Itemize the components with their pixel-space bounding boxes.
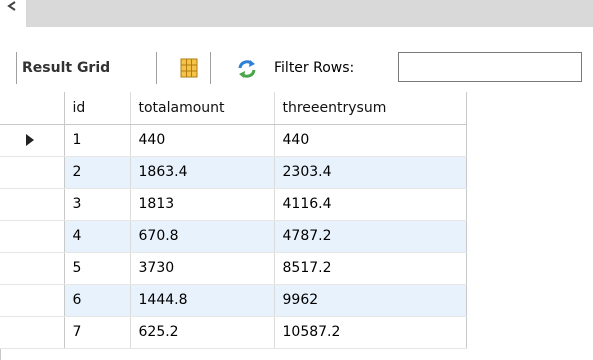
table-row[interactable]: 1 440 440 — [0, 124, 467, 157]
result-toolbar: Result Grid Filter Rows: — [0, 48, 593, 90]
cell-totalamount[interactable]: 670.8 — [130, 220, 275, 253]
cell-threeentrysum[interactable]: 4116.4 — [274, 188, 467, 221]
toolbar-separator — [156, 52, 157, 84]
table-row[interactable]: 2 1863.4 2303.4 — [0, 156, 467, 189]
cell-id[interactable]: 2 — [64, 156, 131, 189]
grid-view-icon[interactable] — [178, 57, 200, 79]
table-row[interactable]: 7 625.2 10587.2 — [0, 316, 467, 349]
cell-threeentrysum[interactable]: 10587.2 — [274, 316, 467, 349]
row-indicator[interactable] — [0, 188, 65, 221]
table-row[interactable]: 5 3730 8517.2 — [0, 252, 467, 285]
cell-totalamount[interactable]: 440 — [130, 124, 275, 157]
cell-id[interactable]: 3 — [64, 188, 131, 221]
toolbar-separator — [210, 52, 211, 84]
scrollbar-track[interactable] — [26, 0, 593, 27]
filter-rows-input[interactable] — [398, 52, 582, 82]
cell-totalamount[interactable]: 625.2 — [130, 316, 275, 349]
chevron-left-icon[interactable] — [4, 0, 22, 18]
refresh-icon[interactable] — [236, 58, 258, 80]
cell-totalamount[interactable]: 1813 — [130, 188, 275, 221]
cell-threeentrysum[interactable]: 440 — [274, 124, 467, 157]
cell-totalamount[interactable]: 1444.8 — [130, 284, 275, 317]
result-grid: id totalamount threeentrysum 1 440 440 2… — [0, 92, 467, 349]
row-indicator[interactable] — [0, 220, 65, 253]
row-pointer-icon — [26, 134, 34, 146]
cell-id[interactable]: 1 — [64, 124, 131, 157]
row-indicator-header — [0, 92, 65, 125]
result-grid-tab[interactable]: Result Grid — [22, 60, 110, 76]
cell-threeentrysum[interactable]: 8517.2 — [274, 252, 467, 285]
row-indicator[interactable] — [0, 284, 65, 317]
table-row[interactable]: 6 1444.8 9962 — [0, 284, 467, 317]
cell-totalamount[interactable]: 1863.4 — [130, 156, 275, 189]
cell-id[interactable]: 5 — [64, 252, 131, 285]
column-header-totalamount[interactable]: totalamount — [130, 92, 275, 125]
row-indicator[interactable] — [0, 316, 65, 349]
cell-threeentrysum[interactable]: 9962 — [274, 284, 467, 317]
cell-threeentrysum[interactable]: 2303.4 — [274, 156, 467, 189]
cell-threeentrysum[interactable]: 4787.2 — [274, 220, 467, 253]
row-indicator[interactable] — [0, 156, 65, 189]
filter-rows-label: Filter Rows: — [274, 60, 355, 76]
cell-id[interactable]: 7 — [64, 316, 131, 349]
row-indicator[interactable] — [0, 252, 65, 285]
horizontal-scrollbar[interactable] — [0, 0, 593, 27]
column-header-threeentrysum[interactable]: threeentrysum — [274, 92, 467, 125]
cell-totalamount[interactable]: 3730 — [130, 252, 275, 285]
toolbar-separator — [16, 52, 17, 84]
column-header-id[interactable]: id — [64, 92, 131, 125]
grid-header-row: id totalamount threeentrysum — [0, 92, 467, 125]
table-row[interactable]: 3 1813 4116.4 — [0, 188, 467, 221]
cell-id[interactable]: 6 — [64, 284, 131, 317]
cell-id[interactable]: 4 — [64, 220, 131, 253]
table-row[interactable]: 4 670.8 4787.2 — [0, 220, 467, 253]
row-indicator[interactable] — [0, 124, 65, 157]
